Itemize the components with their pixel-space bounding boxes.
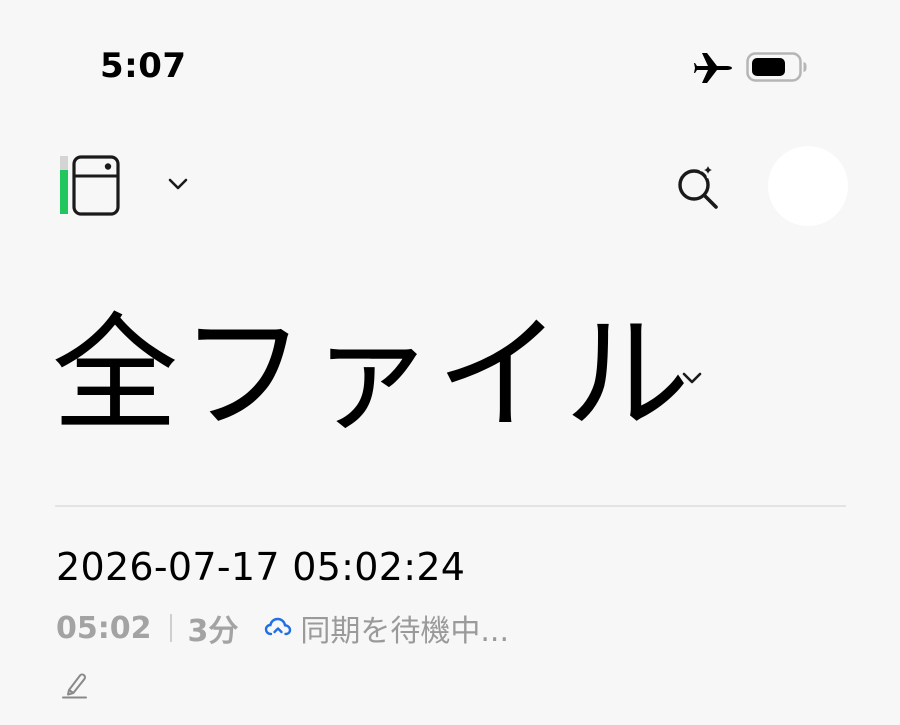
notebook-chevron-down-icon[interactable] bbox=[164, 174, 192, 194]
top-toolbar bbox=[0, 140, 900, 230]
cloud-sync-icon bbox=[265, 617, 292, 636]
page-title: 全ファイル bbox=[52, 301, 692, 448]
divider bbox=[55, 505, 846, 507]
note-duration: 3分 bbox=[187, 614, 239, 649]
airplane-mode-icon bbox=[694, 53, 732, 83]
title-chevron-down-icon[interactable] bbox=[678, 368, 706, 388]
notebook-icon[interactable] bbox=[56, 154, 126, 220]
note-list-item[interactable]: 2026-07-17 05:02:24 05:02 3分 同期を待機中... bbox=[0, 520, 900, 720]
status-bar: 5:07 bbox=[0, 0, 900, 110]
meta-separator bbox=[169, 614, 172, 642]
page-title-button[interactable]: 全ファイル bbox=[52, 300, 692, 450]
note-title: 2026-07-17 05:02:24 bbox=[56, 545, 466, 589]
ai-search-icon[interactable] bbox=[672, 158, 726, 212]
battery-icon bbox=[746, 52, 807, 82]
status-time: 5:07 bbox=[100, 46, 187, 86]
note-meta: 05:02 3分 同期を待機中... bbox=[56, 608, 509, 650]
pen-icon bbox=[62, 673, 87, 699]
note-time: 05:02 bbox=[56, 610, 152, 646]
sync-status: 同期を待機中... bbox=[300, 614, 509, 649]
avatar[interactable] bbox=[768, 146, 848, 226]
